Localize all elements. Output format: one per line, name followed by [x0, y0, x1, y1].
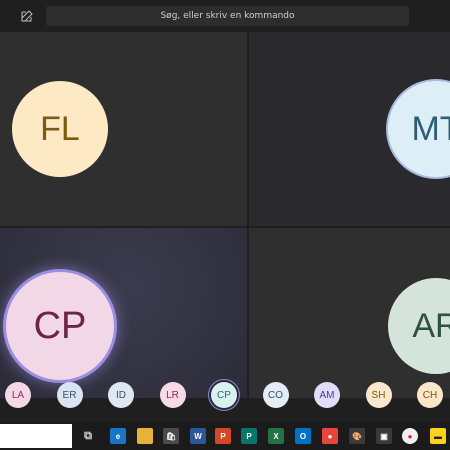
windows-taskbar: ⧉ e 🛍 W P P X O ● 🎨 ▣ ● ▬: [0, 422, 450, 450]
participant-avatar: CP: [6, 272, 114, 380]
sticky-notes-icon[interactable]: ▬: [430, 428, 446, 444]
video-tile-active-speaker[interactable]: CP: [0, 228, 247, 398]
participant-chip-sh[interactable]: SH: [365, 382, 392, 408]
file-explorer-icon[interactable]: [137, 428, 153, 444]
video-tile[interactable]: FL: [0, 32, 247, 226]
participant-strip: LA ER ID LR CP CO AM SH CH: [0, 378, 450, 412]
video-tile[interactable]: AR: [249, 228, 450, 398]
participant-chip-ch[interactable]: CH: [417, 382, 443, 408]
participant-avatar: MT: [388, 81, 450, 177]
edge-icon[interactable]: e: [110, 428, 126, 444]
task-view-icon[interactable]: ⧉: [80, 428, 96, 444]
publisher-icon[interactable]: P: [241, 428, 257, 444]
outlook-icon[interactable]: O: [295, 428, 311, 444]
word-icon[interactable]: W: [190, 428, 206, 444]
participant-avatar: FL: [12, 81, 108, 177]
record-icon[interactable]: ●: [402, 428, 418, 444]
participant-chip-co[interactable]: CO: [262, 382, 289, 408]
participant-chip-cp[interactable]: CP: [211, 382, 237, 408]
paint-icon[interactable]: 🎨: [349, 428, 365, 444]
title-bar: Søg, eller skriv en kommando: [0, 0, 450, 32]
participant-chip-er[interactable]: ER: [56, 382, 83, 408]
command-search-input[interactable]: Søg, eller skriv en kommando: [46, 6, 409, 26]
chrome-icon[interactable]: ●: [322, 428, 338, 444]
participant-avatar: AR: [388, 278, 450, 374]
taskbar-search-box[interactable]: [0, 424, 72, 448]
participant-chip-am[interactable]: AM: [314, 382, 340, 408]
participant-chip-lr[interactable]: LR: [159, 382, 186, 408]
powerpoint-icon[interactable]: P: [215, 428, 231, 444]
app-icon[interactable]: ▣: [376, 428, 392, 444]
participant-chip-la[interactable]: LA: [5, 382, 31, 408]
participant-chip-id[interactable]: ID: [108, 382, 134, 408]
store-icon[interactable]: 🛍: [163, 428, 179, 444]
excel-icon[interactable]: X: [268, 428, 284, 444]
video-tile[interactable]: MT: [249, 32, 450, 226]
compose-icon[interactable]: [14, 7, 40, 25]
